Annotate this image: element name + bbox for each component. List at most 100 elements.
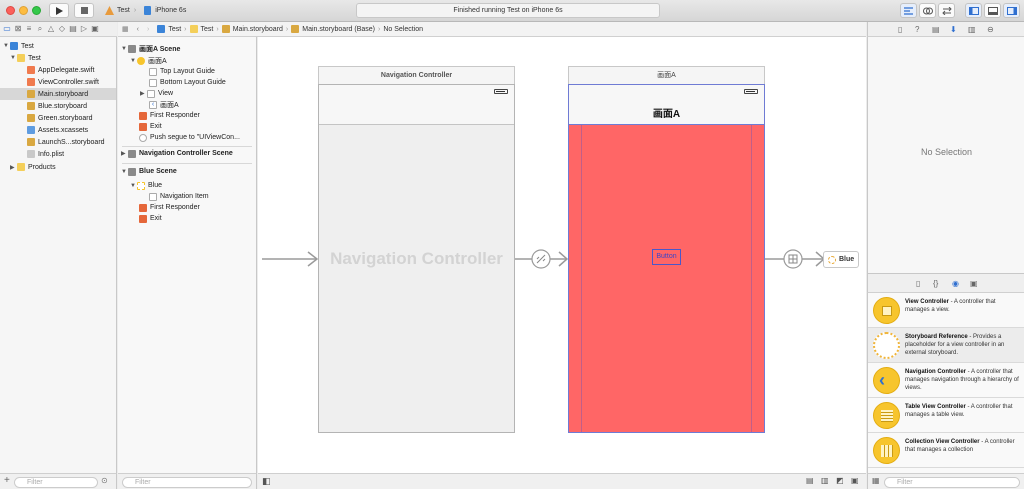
breadcrumb-item[interactable]: Main.storyboard (Base) [302,26,375,33]
test-icon[interactable]: ◇ [58,25,66,33]
tree-item-file[interactable]: ViewController.swift [27,76,115,88]
search-icon[interactable]: ⌕ [36,25,44,33]
toggle-utilities-button[interactable] [1003,3,1020,18]
run-button[interactable] [49,3,69,18]
version-editor-button[interactable] [938,3,955,18]
standard-editor-button[interactable] [900,3,917,18]
add-icon[interactable]: + [4,475,10,486]
outline-item[interactable]: Exit [139,121,162,132]
tree-item-folder[interactable]: ▼ Test [10,52,115,64]
connections-icon[interactable]: ⊖ [987,25,994,34]
tree-item-file[interactable]: Assets.xcassets [27,124,115,136]
outline-item[interactable]: Push segue to "UIViewCon... [139,132,240,143]
tree-item-file[interactable]: Green.storyboard [27,112,115,124]
outline-item[interactable]: Exit [139,213,162,224]
tree-item-file[interactable]: AppDelegate.swift [27,64,115,76]
tree-item-file[interactable]: LaunchS...storyboard [27,136,115,148]
library-item[interactable]: Table View Controller - A controller tha… [868,398,1024,433]
outline-item[interactable]: Bottom Layout Guide [149,77,226,88]
tree-item-file[interactable]: Info.plist [27,148,115,160]
breakpoint-icon[interactable]: ▷ [80,25,88,33]
breadcrumb-item[interactable]: No Selection [383,26,423,33]
pin-icon[interactable]: ▥ [821,476,829,485]
file-inspector-icon[interactable]: ▯ [898,25,902,34]
resizing-icon[interactable]: ▣ [851,476,859,485]
scene-a-title[interactable]: 画面A [568,66,765,84]
toggle-outline-icon[interactable]: ◧ [262,476,271,487]
outline-item[interactable]: First Responder [139,202,200,213]
outline-item[interactable]: ▶ View [140,88,173,99]
outline-filter-input[interactable]: Filter [122,477,252,488]
breadcrumb-item[interactable]: Test [168,26,181,33]
identity-icon[interactable]: ▤ [932,25,940,34]
toggle-debug-area-button[interactable] [984,3,1001,18]
folder-icon[interactable]: ▭ [3,25,11,33]
outline-item[interactable]: ▼ 画面A [130,55,167,66]
scheme-selector[interactable]: Test › iPhone 6s [102,4,186,17]
navigator-filter-input[interactable]: Filter [14,477,98,488]
zoom-window-button[interactable] [32,6,41,15]
recent-files-icon[interactable]: ⊙ [101,476,108,485]
attributes-icon[interactable]: ⬇ [950,25,957,34]
disclosure-open-icon[interactable]: ▼ [121,169,127,175]
assistant-editor-button[interactable] [919,3,936,18]
disclosure-open-icon[interactable]: ▼ [130,58,136,64]
breadcrumb-item[interactable]: Test [201,26,214,33]
outline-item[interactable]: First Responder [139,110,200,121]
grid-view-icon[interactable]: ▦ [872,476,880,485]
disclosure-closed-icon[interactable]: ▶ [121,150,127,157]
outline-scene-item[interactable]: ▼ Blue Scene [121,166,177,177]
outline-item[interactable]: ▼ Blue [130,180,162,191]
outline-item[interactable]: Navigation Item [149,191,209,202]
storyboard-reference-blue[interactable]: Blue [823,251,859,268]
tree-item-file-selected[interactable]: Main.storyboard [0,88,116,100]
code-snippet-icon[interactable]: {} [933,279,938,288]
warning-icon[interactable]: △ [47,25,55,33]
forward-icon[interactable]: › [147,26,149,33]
breadcrumb-item[interactable]: Main.storyboard [233,26,283,33]
storyboard-canvas[interactable]: Navigation Controller Navigation Control… [258,37,866,473]
library-item[interactable]: Collection View Controller - A controlle… [868,433,1024,468]
size-icon[interactable]: ▥ [968,25,976,34]
entry-point-arrow[interactable] [258,249,320,269]
scene-a-button[interactable]: Button [652,249,681,265]
disclosure-open-icon[interactable]: ▼ [121,46,127,52]
align-icon[interactable]: ▤ [806,476,814,485]
source-control-icon[interactable]: ⊠ [14,25,22,33]
disclosure-open-icon[interactable]: ▼ [10,55,16,61]
disclosure-closed-icon[interactable]: ▶ [10,164,16,171]
disclosure-closed-icon[interactable]: ▶ [140,90,146,97]
library-filter-input[interactable]: Filter [884,477,1020,488]
back-icon[interactable]: ‹ [137,26,139,33]
tree-item-project[interactable]: ▼ Test [3,40,115,52]
nav-controller-scene-title[interactable]: Navigation Controller [318,66,515,84]
tree-item-folder[interactable]: ▶ Products [10,161,115,173]
stop-button[interactable] [74,3,94,18]
debug-icon[interactable]: ▤ [69,25,77,33]
toggle-navigator-button[interactable] [965,3,982,18]
report-icon[interactable]: ▣ [91,25,99,33]
related-items-icon[interactable]: ▦ [122,25,129,33]
library-item[interactable]: ‹ Navigation Controller - A controller t… [868,363,1024,398]
library-item[interactable]: Storyboard Reference - Provides a placeh… [868,328,1024,363]
outline-item[interactable]: ‹ 画面A [149,99,179,110]
tree-item-file[interactable]: Blue.storyboard [27,100,115,112]
file-template-icon[interactable]: ▯ [916,279,920,288]
minimize-window-button[interactable] [19,6,28,15]
library-item[interactable]: View Controller - A controller that mana… [868,293,1024,328]
media-library-icon[interactable]: ▣ [970,279,978,288]
nav-controller-device[interactable]: Navigation Controller [318,84,515,433]
symbol-icon[interactable]: ≡ [25,25,33,33]
outline-item[interactable]: Top Layout Guide [149,66,215,77]
disclosure-open-icon[interactable]: ▼ [130,183,136,189]
reference-segue-arrow[interactable] [765,247,825,271]
push-segue-arrow[interactable] [515,247,568,271]
outline-scene-item[interactable]: ▼ 画面A Scene [121,43,180,54]
resolve-icon[interactable]: ◩ [836,476,844,485]
object-library-icon[interactable]: ◉ [952,279,959,288]
scene-a-device[interactable]: 画面A Button [568,84,765,433]
help-icon[interactable]: ? [915,25,919,34]
close-window-button[interactable] [6,6,15,15]
disclosure-open-icon[interactable]: ▼ [3,43,9,49]
outline-scene-item[interactable]: ▶ Navigation Controller Scene [121,148,233,159]
